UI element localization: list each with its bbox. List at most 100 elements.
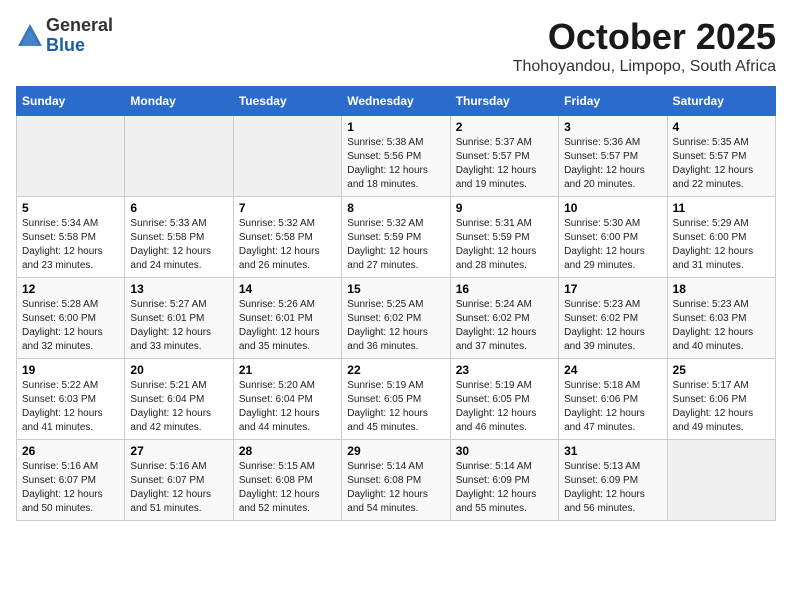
day-number: 4: [673, 120, 770, 134]
day-info: Sunrise: 5:23 AMSunset: 6:03 PMDaylight:…: [673, 298, 770, 354]
day-info: Sunrise: 5:32 AMSunset: 5:58 PMDaylight:…: [239, 217, 336, 273]
day-info: Sunrise: 5:32 AMSunset: 5:59 PMDaylight:…: [347, 217, 444, 273]
calendar-cell: 7 Sunrise: 5:32 AMSunset: 5:58 PMDaylight…: [233, 197, 341, 278]
day-number: 21: [239, 363, 336, 377]
day-info: Sunrise: 5:20 AMSunset: 6:04 PMDaylight:…: [239, 379, 336, 435]
calendar-cell: 18Sunrise: 5:23 AMSunset: 6:03 PMDayligh…: [667, 278, 775, 359]
logo: General Blue: [16, 16, 113, 56]
col-thursday: Thursday: [450, 87, 558, 116]
day-number: 8: [347, 201, 444, 215]
title-area: October 2025 Thohoyandou, Limpopo, South…: [513, 16, 776, 76]
day-info: Sunrise: 5:31 AMSunset: 5:59 PMDaylight:…: [456, 217, 553, 273]
day-number: 19: [22, 363, 119, 377]
day-number: 20: [130, 363, 227, 377]
calendar-table: Sunday Monday Tuesday Wednesday Thursday…: [16, 86, 776, 521]
col-saturday: Saturday: [667, 87, 775, 116]
calendar-cell: 1 Sunrise: 5:38 AMSunset: 5:56 PMDaylight…: [342, 116, 450, 197]
day-number: 5: [22, 201, 119, 215]
day-info: Sunrise: 5:13 AMSunset: 6:09 PMDaylight:…: [564, 460, 661, 516]
calendar-body: 1 Sunrise: 5:38 AMSunset: 5:56 PMDaylight…: [17, 116, 776, 521]
calendar-cell: [667, 440, 775, 521]
calendar-cell: 22Sunrise: 5:19 AMSunset: 6:05 PMDayligh…: [342, 359, 450, 440]
calendar-week-row: 12 Sunrise: 5:28 AMSunset: 6:00 PMDayligh…: [17, 278, 776, 359]
day-info: Sunrise: 5:38 AMSunset: 5:56 PMDaylight:…: [347, 136, 444, 192]
day-info: Sunrise: 5:14 AMSunset: 6:08 PMDaylight:…: [347, 460, 444, 516]
day-number: 9: [456, 201, 553, 215]
day-info: Sunrise: 5:25 AMSunset: 6:02 PMDaylight:…: [347, 298, 444, 354]
day-info: Sunrise: 5:33 AMSunset: 5:58 PMDaylight:…: [130, 217, 227, 273]
month-title: October 2025: [513, 16, 776, 58]
logo-icon: [16, 22, 44, 50]
day-info: Sunrise: 5:37 AMSunset: 5:57 PMDaylight:…: [456, 136, 553, 192]
day-info: Sunrise: 5:19 AMSunset: 6:05 PMDaylight:…: [347, 379, 444, 435]
calendar-cell: 29 Sunrise: 5:14 AMSunset: 6:08 PMDayligh…: [342, 440, 450, 521]
col-sunday: Sunday: [17, 87, 125, 116]
day-info: Sunrise: 5:16 AMSunset: 6:07 PMDaylight:…: [130, 460, 227, 516]
calendar-cell: 12 Sunrise: 5:28 AMSunset: 6:00 PMDayligh…: [17, 278, 125, 359]
calendar-cell: 23Sunrise: 5:19 AMSunset: 6:05 PMDayligh…: [450, 359, 558, 440]
calendar-cell: 31Sunrise: 5:13 AMSunset: 6:09 PMDayligh…: [559, 440, 667, 521]
day-number: 12: [22, 282, 119, 296]
day-number: 1: [347, 120, 444, 134]
day-info: Sunrise: 5:26 AMSunset: 6:01 PMDaylight:…: [239, 298, 336, 354]
day-number: 7: [239, 201, 336, 215]
day-number: 2: [456, 120, 553, 134]
day-info: Sunrise: 5:22 AMSunset: 6:03 PMDaylight:…: [22, 379, 119, 435]
calendar-cell: 28Sunrise: 5:15 AMSunset: 6:08 PMDayligh…: [233, 440, 341, 521]
day-number: 15: [347, 282, 444, 296]
day-info: Sunrise: 5:30 AMSunset: 6:00 PMDaylight:…: [564, 217, 661, 273]
calendar-week-row: 1 Sunrise: 5:38 AMSunset: 5:56 PMDaylight…: [17, 116, 776, 197]
day-number: 17: [564, 282, 661, 296]
calendar-cell: 21 Sunrise: 5:20 AMSunset: 6:04 PMDayligh…: [233, 359, 341, 440]
day-number: 10: [564, 201, 661, 215]
day-number: 13: [130, 282, 227, 296]
day-info: Sunrise: 5:28 AMSunset: 6:00 PMDaylight:…: [22, 298, 119, 354]
logo-blue-text: Blue: [46, 36, 113, 56]
col-friday: Friday: [559, 87, 667, 116]
calendar-cell: 19 Sunrise: 5:22 AMSunset: 6:03 PMDayligh…: [17, 359, 125, 440]
day-info: Sunrise: 5:24 AMSunset: 6:02 PMDaylight:…: [456, 298, 553, 354]
calendar-cell: 26 Sunrise: 5:16 AMSunset: 6:07 PMDayligh…: [17, 440, 125, 521]
calendar-cell: 27 Sunrise: 5:16 AMSunset: 6:07 PMDayligh…: [125, 440, 233, 521]
day-info: Sunrise: 5:19 AMSunset: 6:05 PMDaylight:…: [456, 379, 553, 435]
calendar-cell: 14 Sunrise: 5:26 AMSunset: 6:01 PMDayligh…: [233, 278, 341, 359]
day-number: 27: [130, 444, 227, 458]
calendar-cell: 10 Sunrise: 5:30 AMSunset: 6:00 PMDayligh…: [559, 197, 667, 278]
day-info: Sunrise: 5:15 AMSunset: 6:08 PMDaylight:…: [239, 460, 336, 516]
calendar-week-row: 19 Sunrise: 5:22 AMSunset: 6:03 PMDayligh…: [17, 359, 776, 440]
logo-general-text: General: [46, 16, 113, 36]
calendar-cell: 20 Sunrise: 5:21 AMSunset: 6:04 PMDayligh…: [125, 359, 233, 440]
day-number: 26: [22, 444, 119, 458]
calendar-cell: 5Sunrise: 5:34 AMSunset: 5:58 PMDaylight…: [17, 197, 125, 278]
calendar-cell: 16 Sunrise: 5:24 AMSunset: 6:02 PMDayligh…: [450, 278, 558, 359]
day-info: Sunrise: 5:29 AMSunset: 6:00 PMDaylight:…: [673, 217, 770, 273]
day-info: Sunrise: 5:14 AMSunset: 6:09 PMDaylight:…: [456, 460, 553, 516]
day-info: Sunrise: 5:17 AMSunset: 6:06 PMDaylight:…: [673, 379, 770, 435]
calendar-header-row: Sunday Monday Tuesday Wednesday Thursday…: [17, 87, 776, 116]
location-subtitle: Thohoyandou, Limpopo, South Africa: [513, 58, 776, 76]
calendar-cell: 15 Sunrise: 5:25 AMSunset: 6:02 PMDayligh…: [342, 278, 450, 359]
col-monday: Monday: [125, 87, 233, 116]
day-info: Sunrise: 5:27 AMSunset: 6:01 PMDaylight:…: [130, 298, 227, 354]
day-number: 25: [673, 363, 770, 377]
calendar-cell: [17, 116, 125, 197]
day-info: Sunrise: 5:21 AMSunset: 6:04 PMDaylight:…: [130, 379, 227, 435]
day-info: Sunrise: 5:36 AMSunset: 5:57 PMDaylight:…: [564, 136, 661, 192]
day-number: 29: [347, 444, 444, 458]
calendar-cell: 8 Sunrise: 5:32 AMSunset: 5:59 PMDaylight…: [342, 197, 450, 278]
calendar-cell: [125, 116, 233, 197]
day-info: Sunrise: 5:35 AMSunset: 5:57 PMDaylight:…: [673, 136, 770, 192]
page-header: General Blue October 2025 Thohoyandou, L…: [16, 16, 776, 76]
col-wednesday: Wednesday: [342, 87, 450, 116]
day-info: Sunrise: 5:18 AMSunset: 6:06 PMDaylight:…: [564, 379, 661, 435]
calendar-cell: [233, 116, 341, 197]
calendar-cell: 24Sunrise: 5:18 AMSunset: 6:06 PMDayligh…: [559, 359, 667, 440]
day-number: 30: [456, 444, 553, 458]
day-number: 16: [456, 282, 553, 296]
day-info: Sunrise: 5:23 AMSunset: 6:02 PMDaylight:…: [564, 298, 661, 354]
calendar-cell: 9 Sunrise: 5:31 AMSunset: 5:59 PMDaylight…: [450, 197, 558, 278]
calendar-week-row: 5Sunrise: 5:34 AMSunset: 5:58 PMDaylight…: [17, 197, 776, 278]
day-info: Sunrise: 5:16 AMSunset: 6:07 PMDaylight:…: [22, 460, 119, 516]
day-number: 14: [239, 282, 336, 296]
calendar-cell: 3Sunrise: 5:36 AMSunset: 5:57 PMDaylight…: [559, 116, 667, 197]
